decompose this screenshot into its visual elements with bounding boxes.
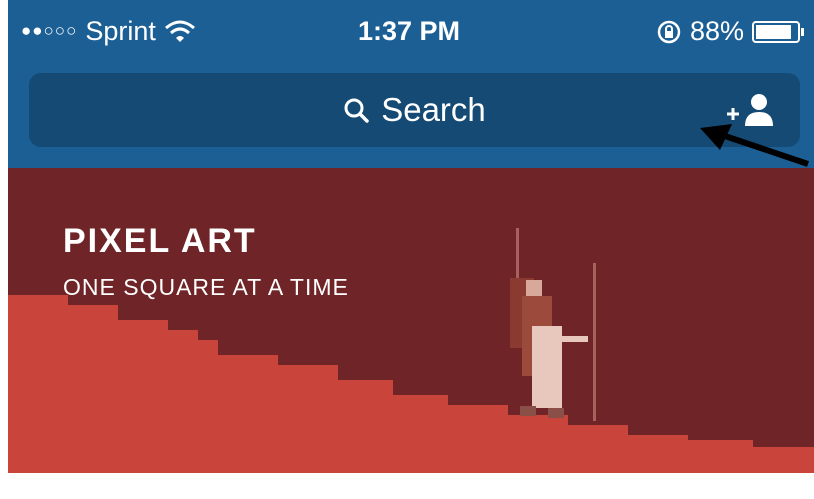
banner-title: PIXEL ART: [63, 222, 257, 260]
wifi-icon: [164, 20, 195, 42]
search-placeholder: Search: [381, 91, 486, 128]
search-content: Search: [29, 73, 800, 147]
phone-screen: ●●○○○ Sprint 1:37 PM 88% Search PIXEL AR…: [8, 0, 814, 499]
add-user-icon[interactable]: [725, 92, 777, 128]
search-bar[interactable]: Search: [29, 73, 800, 147]
search-icon: [344, 98, 369, 123]
status-bar: ●●○○○ Sprint 1:37 PM 88%: [8, 0, 814, 66]
pixel-art-illustration: [8, 228, 814, 473]
banner-subtitle: ONE SQUARE AT A TIME: [63, 274, 349, 300]
status-right: 88%: [656, 16, 806, 47]
top-bar: ●●○○○ Sprint 1:37 PM 88% Search: [8, 0, 814, 168]
signal-strength: ●●○○○: [21, 20, 78, 40]
rotation-lock-icon: [657, 20, 681, 43]
featured-banner[interactable]: PIXEL ART ONE SQUARE AT A TIME: [8, 168, 814, 473]
battery-icon: [752, 20, 804, 43]
status-left: ●●○○○ Sprint: [21, 16, 196, 47]
status-time: 1:37 PM: [358, 16, 461, 46]
battery-percent: 88%: [689, 16, 744, 46]
carrier-name: Sprint: [85, 16, 156, 46]
